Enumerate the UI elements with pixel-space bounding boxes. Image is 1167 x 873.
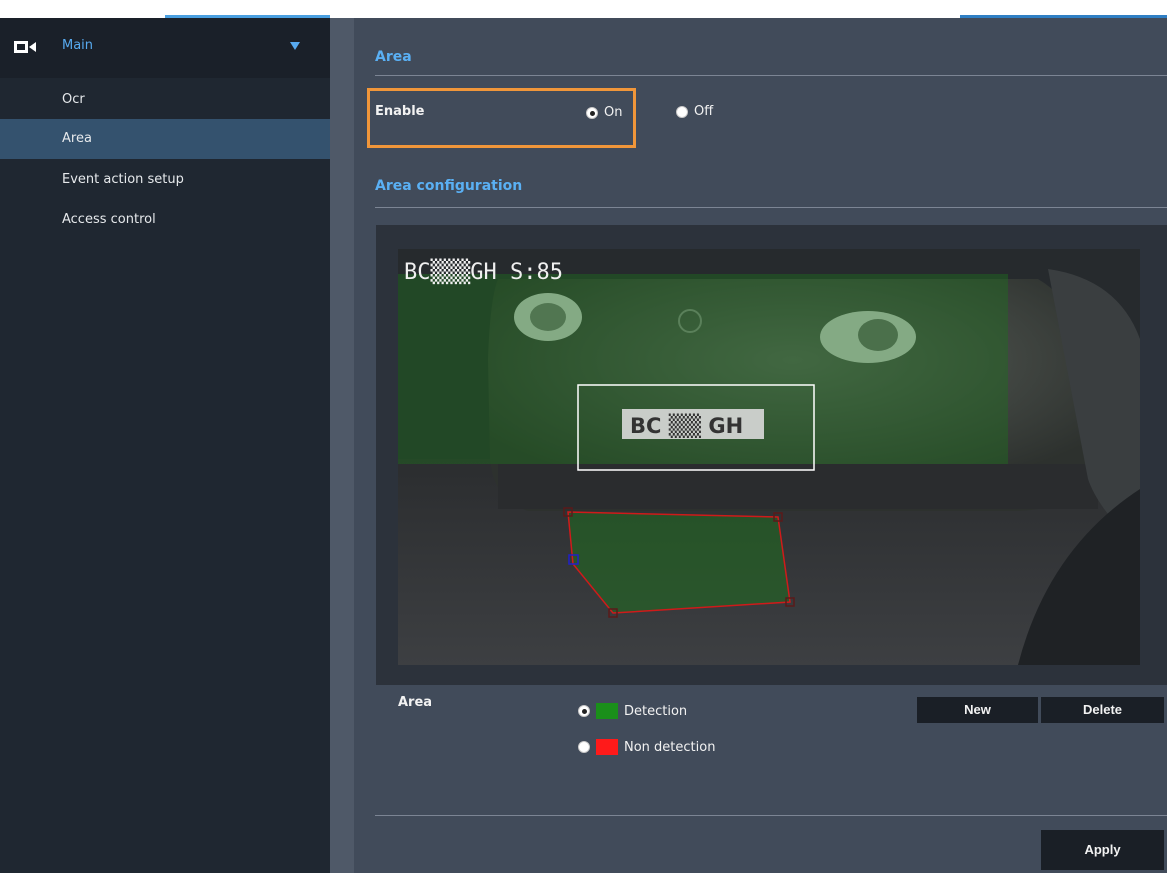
sidebar-item-access-control[interactable]: Access control (0, 200, 330, 240)
camera-icon (14, 41, 36, 53)
chevron-down-icon[interactable] (290, 42, 300, 50)
page: Main Ocr Area Event action setup Access … (0, 0, 1167, 873)
radio-non-detection[interactable] (578, 741, 590, 753)
plate-text: BC ▒▒ GH (630, 413, 743, 439)
sidebar-item-area[interactable]: Area (0, 119, 330, 159)
top-bar (0, 0, 1167, 18)
enable-off-option[interactable]: Off (676, 104, 713, 119)
radio-off-label: Off (694, 104, 714, 119)
radio-off[interactable] (676, 105, 688, 118)
radio-detection[interactable] (578, 705, 590, 717)
sidebar-header-label: Main (62, 38, 94, 53)
camera-view[interactable]: BC ▒▒ GH BC▒▒▒GH S:85 (398, 249, 1140, 665)
sidebar-item-event-action-setup[interactable]: Event action setup (0, 160, 330, 200)
detection-label: Detection (624, 703, 688, 719)
detection-color-swatch (596, 703, 618, 719)
footer-divider (375, 815, 1167, 816)
enable-highlight-box: Enable On (367, 88, 636, 148)
new-area-button[interactable]: New (917, 697, 1038, 723)
sidebar-header-main[interactable]: Main (0, 18, 330, 78)
section-divider (375, 75, 1167, 76)
area-type-non-detection-option[interactable]: Non detection (578, 739, 715, 755)
video-frame: BC ▒▒ GH BC▒▒▒GH S:85 (376, 225, 1167, 685)
delete-area-button[interactable]: Delete (1041, 697, 1164, 723)
apply-button[interactable]: Apply (1041, 830, 1164, 870)
enable-label: Enable (375, 104, 425, 119)
enable-on-option[interactable]: On (586, 105, 622, 120)
video-overlay-text: BC▒▒▒GH S:85 (404, 258, 563, 285)
sidebar-divider (330, 18, 354, 873)
non-detection-label: Non detection (624, 739, 716, 755)
section-title-area-configuration: Area configuration (375, 178, 523, 194)
sidebar-item-ocr[interactable]: Ocr (0, 80, 330, 120)
area-controls-label: Area (398, 695, 433, 710)
radio-on[interactable] (586, 106, 598, 119)
radio-on-label: On (604, 105, 623, 120)
area-type-detection-option[interactable]: Detection (578, 703, 687, 719)
sidebar: Main Ocr Area Event action setup Access … (0, 18, 330, 873)
section-divider (375, 207, 1167, 208)
section-title-area: Area (375, 49, 412, 65)
main-panel: Area Enable On Off Area configuration BC… (354, 18, 1167, 873)
non-detection-color-swatch (596, 739, 618, 755)
